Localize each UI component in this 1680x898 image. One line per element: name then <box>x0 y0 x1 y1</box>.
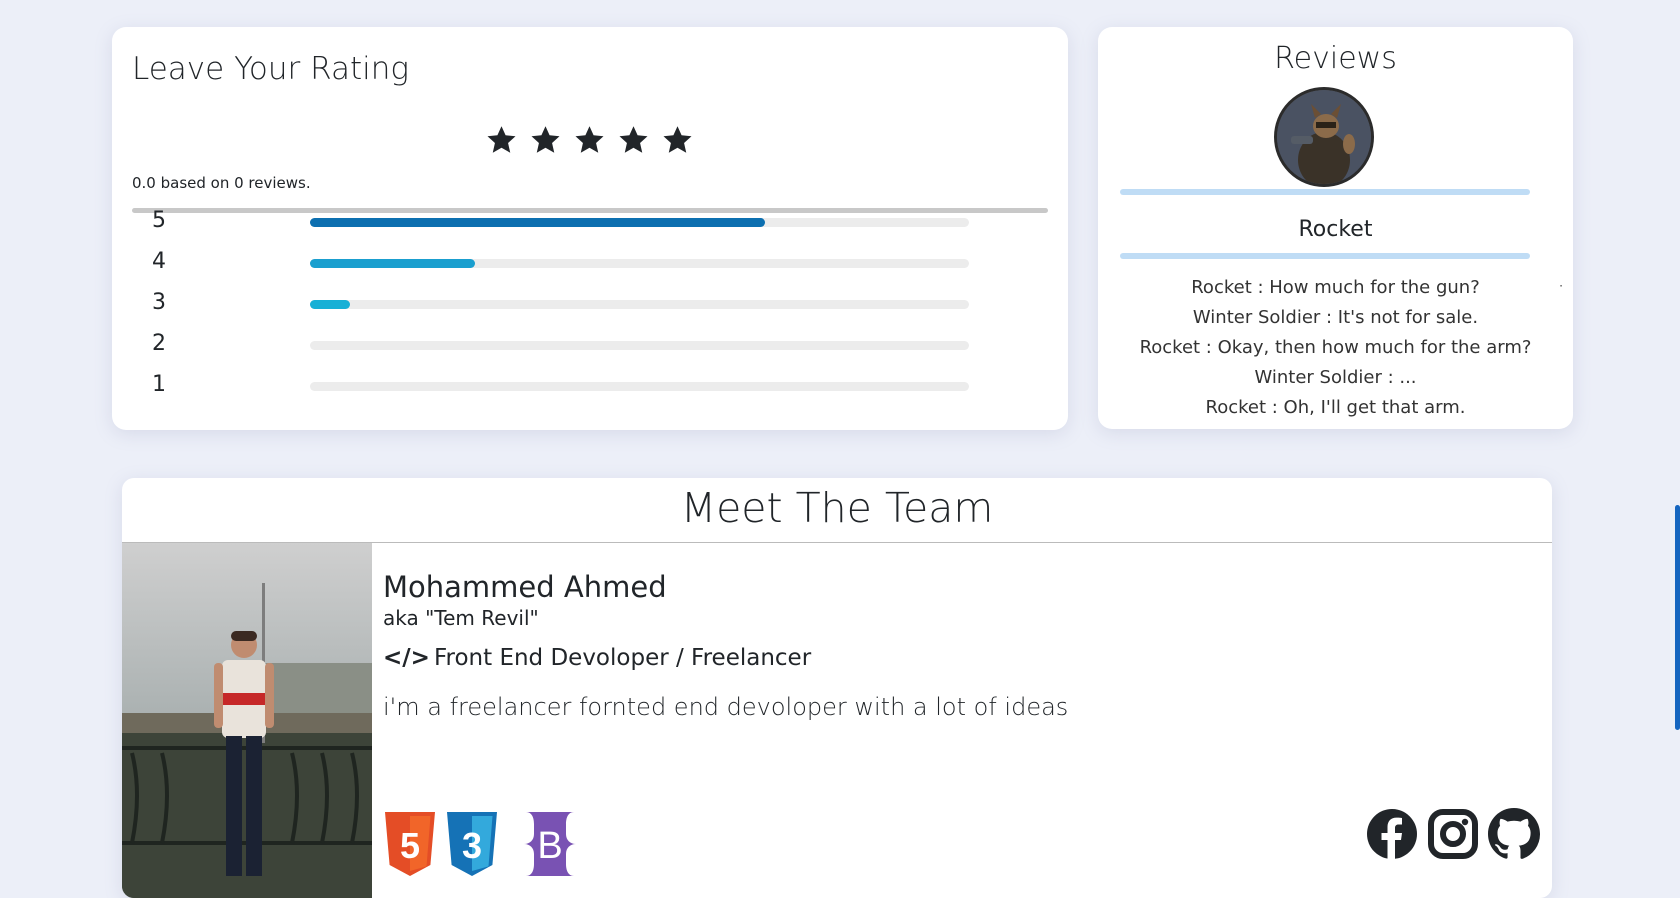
team-card: Meet The Team Mohammed Ahmed aka "Tem Re… <box>122 478 1552 898</box>
star-icon[interactable] <box>484 123 519 158</box>
rating-bar-row: 4 <box>152 249 1032 289</box>
github-icon[interactable] <box>1488 808 1540 860</box>
rating-title: Leave Your Rating <box>132 51 409 87</box>
reviewer-name-bottom-line <box>1120 253 1530 259</box>
carousel-edge-glyph: ᐧ <box>1559 279 1563 295</box>
rating-bar-fill <box>310 300 350 309</box>
css3-letter: 3 <box>462 825 482 866</box>
rating-bar-fill <box>310 259 475 268</box>
rating-bar-row: 5 <box>152 208 1032 248</box>
rating-bar-row: 3 <box>152 290 1032 330</box>
page-scrollbar[interactable] <box>1675 505 1680 730</box>
review-quote: Rocket : How much for the gun? Winter So… <box>1098 273 1573 423</box>
reviews-card: Reviews Rocket Rocket : How much for the… <box>1098 27 1573 429</box>
star-icon[interactable] <box>528 123 563 158</box>
rating-bar-track <box>310 341 969 350</box>
member-aka: aka "Tem Revil" <box>383 606 539 630</box>
html5-letter: 5 <box>400 825 420 866</box>
raccoon-icon <box>1277 90 1371 184</box>
facebook-icon[interactable] <box>1366 808 1418 860</box>
quote-line: Rocket : Oh, I'll get that arm. <box>1205 397 1466 418</box>
member-bio: i'm a freelancer fornted end devoloper w… <box>383 693 1069 721</box>
reviewer-avatar <box>1274 87 1374 187</box>
rating-bar-label: 5 <box>152 208 166 233</box>
member-name: Mohammed Ahmed <box>383 570 667 604</box>
rating-bar-row: 1 <box>152 372 1032 412</box>
rating-summary: 0.0 based on 0 reviews. <box>132 174 311 192</box>
reviewer-name: Rocket <box>1298 217 1373 242</box>
star-icon[interactable] <box>660 123 695 158</box>
html5-icon: 5 <box>383 812 437 876</box>
instagram-icon[interactable] <box>1428 808 1478 860</box>
rating-bar-track <box>310 300 969 309</box>
quote-line: Winter Soldier : ... <box>1254 367 1417 388</box>
rating-bar-track <box>310 382 969 391</box>
quote-line: Winter Soldier : It's not for sale. <box>1192 307 1479 328</box>
star-icon[interactable] <box>616 123 651 158</box>
rating-bar-track <box>310 218 969 227</box>
reviews-title: Reviews <box>1274 41 1397 76</box>
rating-bar-track <box>310 259 969 268</box>
rating-bar-label: 4 <box>152 249 166 274</box>
code-icon: </> <box>383 645 430 671</box>
rating-bar-label: 1 <box>152 372 166 397</box>
member-role-label: Front End Devoloper / Freelancer <box>433 645 812 671</box>
star-icon[interactable] <box>572 123 607 158</box>
team-title: Meet The Team <box>680 484 994 532</box>
css3-icon: 3 <box>445 812 499 876</box>
rating-bar-label: 2 <box>152 331 166 356</box>
rating-card: Leave Your Rating 0.0 based on 0 reviews… <box>112 27 1068 430</box>
star-rating[interactable] <box>484 123 695 158</box>
quote-line: Rocket : How much for the gun? <box>1191 277 1480 298</box>
bootstrap-letter: B <box>537 825 562 867</box>
reviewer-name-top-line <box>1120 189 1530 195</box>
rating-bar-label: 3 <box>152 290 166 315</box>
quote-line: Rocket : Okay, then how much for the arm… <box>1139 337 1532 358</box>
rating-bar-row: 2 <box>152 331 1032 371</box>
member-photo <box>122 543 372 898</box>
member-role: </> Front End Devoloper / Freelancer <box>383 645 811 671</box>
bootstrap-icon: B <box>510 812 590 876</box>
rating-bar-fill <box>310 218 765 227</box>
